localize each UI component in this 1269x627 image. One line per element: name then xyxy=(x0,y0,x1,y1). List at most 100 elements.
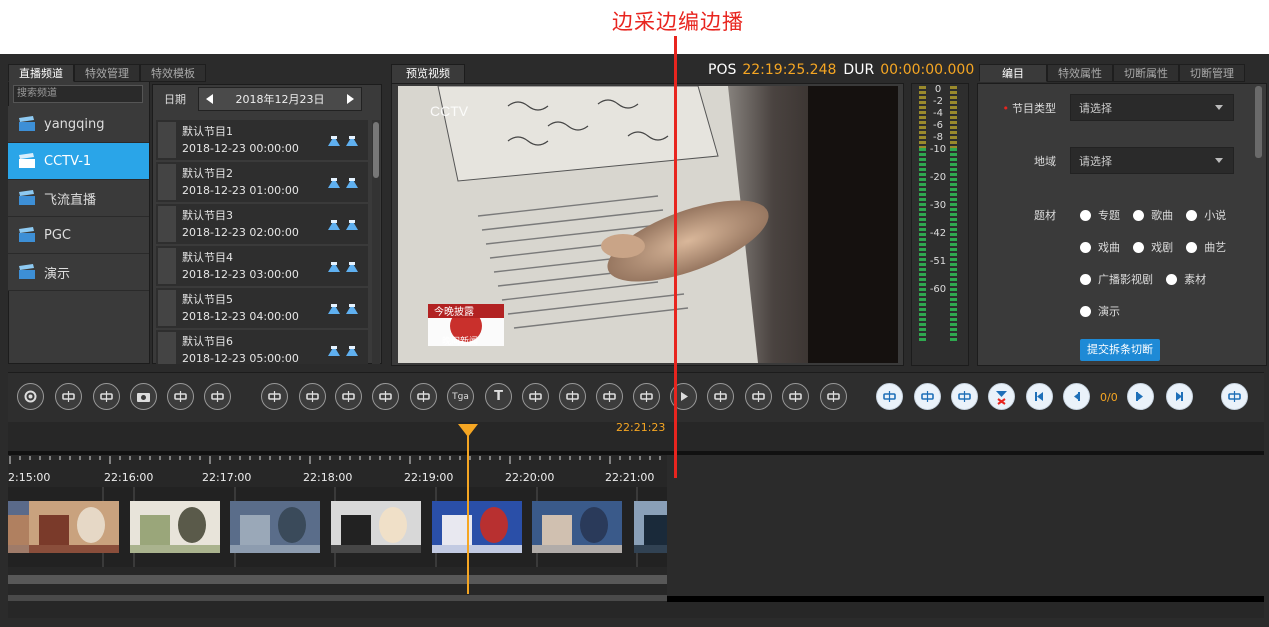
prev-day-icon[interactable] xyxy=(206,94,213,104)
markblue-icon xyxy=(1228,391,1241,402)
tab-cut-manage[interactable]: 切断管理 xyxy=(1179,64,1245,82)
fwd-button[interactable] xyxy=(707,383,734,410)
property-scrollbar[interactable] xyxy=(1255,86,1262,158)
keyboard-button[interactable] xyxy=(93,383,120,410)
tab-cut-props[interactable]: 切断属性 xyxy=(1113,64,1179,82)
playhead[interactable] xyxy=(467,427,469,594)
clip-thumbnail[interactable] xyxy=(331,501,421,553)
ffend-button[interactable] xyxy=(820,383,847,410)
skipin-button[interactable] xyxy=(261,383,288,410)
markblue-button[interactable] xyxy=(1221,383,1248,410)
tab-preview-video[interactable]: 预览视频 xyxy=(391,64,465,83)
tab-live-channels[interactable]: 直播频道 xyxy=(8,64,74,82)
cutout-button[interactable] xyxy=(914,383,941,410)
submit-cut-button[interactable]: 提交拆条切断 xyxy=(1080,339,1160,361)
tga-button[interactable]: Tga xyxy=(447,383,474,410)
clip-thumbnail[interactable] xyxy=(130,501,220,553)
screen-button[interactable] xyxy=(410,383,437,410)
region-select[interactable]: 请选择 xyxy=(1070,147,1234,174)
program-mark-icon[interactable] xyxy=(326,218,360,230)
clapperboard-icon xyxy=(19,190,35,205)
theme-radio[interactable]: 小说 xyxy=(1186,199,1226,231)
theme-radio[interactable]: 歌曲 xyxy=(1133,199,1173,231)
back-button[interactable] xyxy=(633,383,660,410)
rw-button[interactable] xyxy=(522,383,549,410)
ff-button[interactable] xyxy=(782,383,809,410)
clip-image xyxy=(29,501,119,553)
meter-scale-label: -20 xyxy=(929,172,947,183)
prev-button[interactable] xyxy=(1063,383,1090,410)
skipout-button[interactable] xyxy=(335,383,362,410)
clip-thumbnail[interactable] xyxy=(634,501,667,553)
program-item[interactable]: 默认节目5 2018-12-23 04:00:00 xyxy=(156,288,368,328)
theme-radio[interactable]: 戏剧 xyxy=(1133,231,1173,263)
program-item[interactable]: 默认节目1 2018-12-23 00:00:00 xyxy=(156,120,368,160)
theme-radio[interactable]: 专题 xyxy=(1080,199,1120,231)
channel-item[interactable]: PGC xyxy=(8,217,149,254)
last-button[interactable] xyxy=(1166,383,1193,410)
channel-search-input[interactable]: 搜索频道 xyxy=(13,85,143,103)
audio-track[interactable] xyxy=(8,575,667,584)
tab-effects-manage[interactable]: 特效管理 xyxy=(74,64,140,82)
channel-item[interactable]: 演示 xyxy=(8,254,149,291)
loop-button[interactable] xyxy=(167,383,194,410)
theme-radio[interactable]: 曲艺 xyxy=(1186,231,1226,263)
channel-item[interactable]: 飞流直播 xyxy=(8,180,149,217)
cutin-button[interactable] xyxy=(876,383,903,410)
channel-item[interactable]: yangqing xyxy=(8,106,149,143)
meter-bar-right-top xyxy=(950,86,957,148)
program-mark-icon[interactable] xyxy=(326,260,360,272)
news-badge-top: 今晚披露 xyxy=(434,305,474,318)
next-day-icon[interactable] xyxy=(347,94,354,104)
gear-button[interactable] xyxy=(17,383,44,410)
ruler-tick-label: 22:16:00 xyxy=(104,471,154,484)
next-button[interactable] xyxy=(1127,383,1154,410)
preview-video[interactable]: CCTV 今晚披露 晚间新闻 xyxy=(398,86,898,363)
theme-radio[interactable]: 演示 xyxy=(1080,295,1120,327)
hatch-button[interactable] xyxy=(372,383,399,410)
program-thumbnail xyxy=(158,290,176,326)
mark-icon xyxy=(306,391,319,402)
rew-button[interactable] xyxy=(559,383,586,410)
ruler-tick-label: 22:17:00 xyxy=(202,471,252,484)
stepfwd-button[interactable] xyxy=(745,383,772,410)
screen-icon xyxy=(417,391,430,402)
clip-thumbnail[interactable] xyxy=(532,501,622,553)
clip-thumbnail[interactable] xyxy=(29,501,119,553)
clip-thumbnail[interactable] xyxy=(230,501,320,553)
program-mark-icon[interactable] xyxy=(326,344,360,356)
playhead-handle[interactable] xyxy=(458,424,478,437)
stepback-button[interactable] xyxy=(596,383,623,410)
theme-radio[interactable]: 戏曲 xyxy=(1080,231,1120,263)
cutmid-button[interactable] xyxy=(951,383,978,410)
date-picker[interactable]: 2018年12月23日 xyxy=(198,87,362,111)
program-item[interactable]: 默认节目6 2018-12-23 05:00:00 xyxy=(156,330,368,364)
theme-radio[interactable]: 广播影视剧 xyxy=(1080,263,1153,295)
theme-radio[interactable]: 素材 xyxy=(1166,263,1206,295)
program-scrollbar-thumb[interactable] xyxy=(373,122,379,178)
tab-effects-template[interactable]: 特效模板 xyxy=(140,64,206,82)
clip-thumbnail[interactable] xyxy=(432,501,522,553)
program-mark-icon[interactable] xyxy=(326,302,360,314)
frame-button[interactable] xyxy=(55,383,82,410)
program-item[interactable]: 默认节目4 2018-12-23 03:00:00 xyxy=(156,246,368,286)
loop2-button[interactable] xyxy=(204,383,231,410)
delete-button[interactable] xyxy=(988,383,1015,410)
video-track[interactable] xyxy=(8,487,667,567)
channel-label: 演示 xyxy=(44,266,71,282)
program-thumbnail xyxy=(158,122,176,158)
program-mark-icon[interactable] xyxy=(326,134,360,146)
channel-label: PGC xyxy=(44,227,71,243)
first-button[interactable] xyxy=(1026,383,1053,410)
camera-button[interactable] xyxy=(130,383,157,410)
program-item[interactable]: 默认节目3 2018-12-23 02:00:00 xyxy=(156,204,368,244)
program-mark-icon[interactable] xyxy=(326,176,360,188)
meter-bar-left xyxy=(919,148,926,342)
mark-button[interactable] xyxy=(299,383,326,410)
tab-catalog[interactable]: 编目 xyxy=(979,64,1047,82)
program-item[interactable]: 默认节目2 2018-12-23 01:00:00 xyxy=(156,162,368,202)
tab-effect-props[interactable]: 特效属性 xyxy=(1047,64,1113,82)
program-type-select[interactable]: 请选择 xyxy=(1070,94,1234,121)
channel-item-active[interactable]: CCTV-1 xyxy=(8,143,149,180)
text-button[interactable]: T xyxy=(485,383,512,410)
